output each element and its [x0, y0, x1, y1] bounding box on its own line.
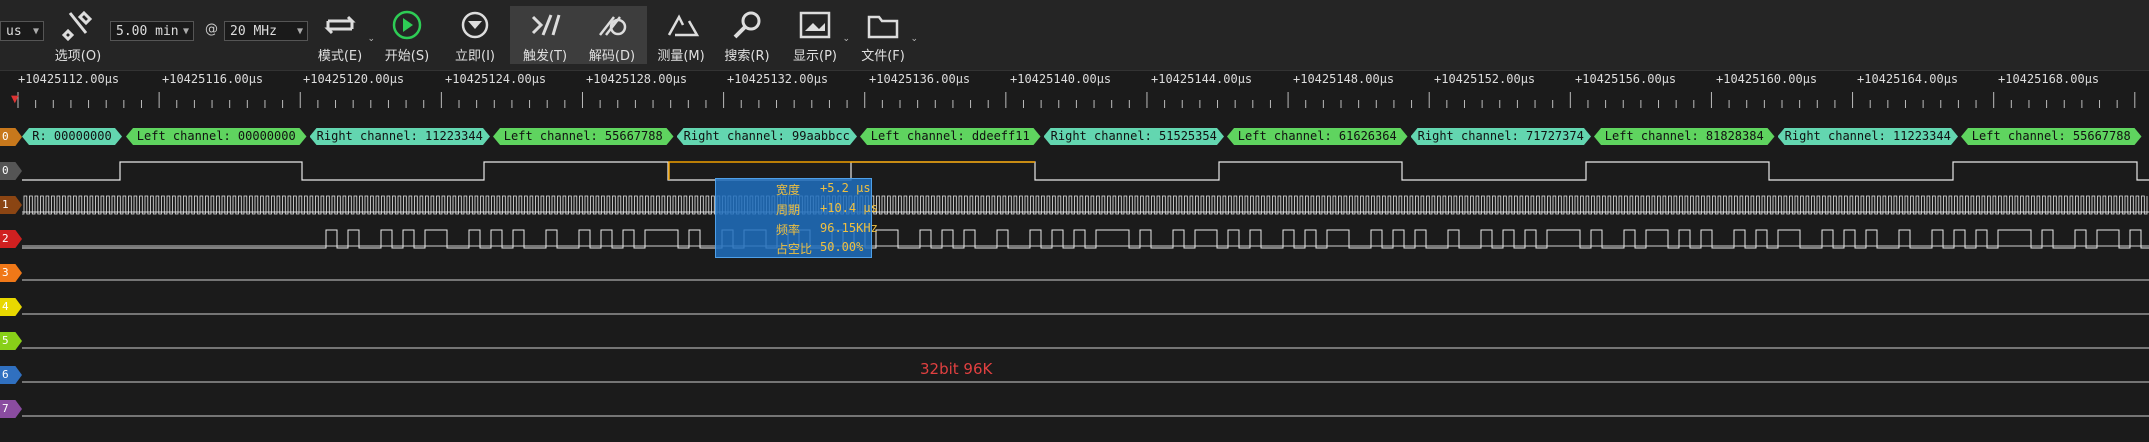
toolbar: us ▼ 选项(O) 5.00 min ▼ @ 20 MHz ▼ 模式(E) ⌄ 开始… [0, 0, 2149, 71]
display-button[interactable]: 显示(P) ⌄ [780, 6, 850, 64]
duty-cycle-key: 占空比 [776, 242, 813, 256]
waveform-area[interactable] [0, 120, 2149, 442]
decode-frame[interactable]: Left channel: 81828384 [1594, 128, 1775, 145]
immediate-icon [461, 11, 489, 39]
period-key: 周期 [776, 203, 801, 217]
frequency-key: 频率 [776, 223, 801, 237]
chevron-down-icon: ▼ [296, 26, 303, 37]
annotation-text: 32bit 96K [920, 360, 993, 378]
folder-icon [867, 15, 899, 39]
start-button[interactable]: 开始(S) [372, 6, 442, 64]
sample-rate-select[interactable]: 20 MHz ▼ [224, 21, 308, 41]
chevron-down-icon: ▼ [32, 26, 39, 37]
channel-0-trace [22, 161, 2149, 181]
immediate-label: 立即(I) [455, 49, 495, 64]
trigger-icon [531, 14, 561, 36]
display-label: 显示(P) [793, 49, 837, 64]
options-label: 选项(O) [54, 49, 102, 64]
trigger-label: 触发(T) [522, 49, 568, 64]
duration-select[interactable]: 5.00 min ▼ [110, 21, 194, 41]
width-value: +5.2 µs [820, 181, 871, 195]
decode-frame[interactable]: Left channel: ddeeff11 [860, 128, 1041, 145]
decode-frame[interactable]: R: 00000000 [22, 128, 122, 145]
options-button[interactable]: 选项(O) [43, 6, 113, 64]
search-label: 搜索(R) [724, 49, 770, 64]
width-key: 宽度 [776, 183, 801, 197]
measure-button[interactable]: 测量(M) [646, 6, 716, 64]
chevron-down-icon: ⌄ [910, 34, 918, 44]
display-icon [799, 11, 831, 39]
search-button[interactable]: 搜索(R) [712, 6, 782, 64]
decode-frame[interactable]: Right channel: 11223344 [1778, 128, 1959, 145]
frequency-value: 96.15KHz [820, 221, 878, 235]
decode-frame[interactable]: Left channel: 61626364 [1227, 128, 1408, 145]
time-ruler[interactable]: +10425112.00µs +10425116.00µs +10425120.… [0, 70, 2149, 120]
chevron-down-icon: ▼ [182, 26, 189, 37]
decode-label: 解码(D) [588, 49, 636, 64]
sample-rate-value: 20 MHz [230, 24, 277, 39]
cursor-marker-icon[interactable]: ▼ [11, 94, 19, 105]
mode-button[interactable]: 模式(E) ⌄ [305, 6, 375, 64]
decode-frame[interactable]: Right channel: 51525354 [1044, 128, 1225, 145]
period-value: +10.4 µs [820, 201, 878, 215]
file-label: 文件(F) [861, 49, 905, 64]
decode-frame[interactable]: Left channel: 55667788 [1961, 128, 2142, 145]
file-button[interactable]: 文件(F) ⌄ [848, 6, 918, 64]
measurement-tooltip: 宽度 +5.2 µs 周期 +10.4 µs 频率 96.15KHz 占空比 50.00… [715, 178, 878, 258]
start-label: 开始(S) [384, 49, 430, 64]
loop-icon [324, 15, 356, 35]
time-unit-value: us [6, 24, 22, 39]
wrench-icon [61, 10, 93, 41]
decode-frame[interactable]: Right channel: 11223344 [310, 128, 491, 145]
channel-1-trace [22, 195, 2148, 215]
decode-frame[interactable]: Right channel: 99aabbcc [677, 128, 858, 145]
decode-frame[interactable]: Left channel: 00000000 [126, 128, 307, 145]
trigger-button[interactable]: 触发(T) [510, 6, 580, 64]
decode-frame[interactable]: Left channel: 55667788 [493, 128, 674, 145]
time-unit-select[interactable]: us ▼ [0, 21, 44, 41]
duration-value: 5.00 min [116, 24, 179, 39]
search-icon [733, 11, 761, 39]
decode-icon [599, 16, 627, 36]
measure-icon [667, 14, 700, 37]
measure-label: 测量(M) [657, 49, 705, 64]
decode-button[interactable]: 解码(D) [577, 6, 647, 64]
ruler-ticks [17, 92, 2136, 108]
channel-2-trace [22, 229, 2149, 249]
immediate-button[interactable]: 立即(I) [440, 6, 510, 64]
at-symbol: @ [205, 22, 218, 37]
duty-cycle-value: 50.00% [820, 240, 864, 254]
decode-frame[interactable]: Right channel: 71727374 [1411, 128, 1592, 145]
mode-label: 模式(E) [317, 49, 363, 64]
play-icon [392, 10, 422, 40]
